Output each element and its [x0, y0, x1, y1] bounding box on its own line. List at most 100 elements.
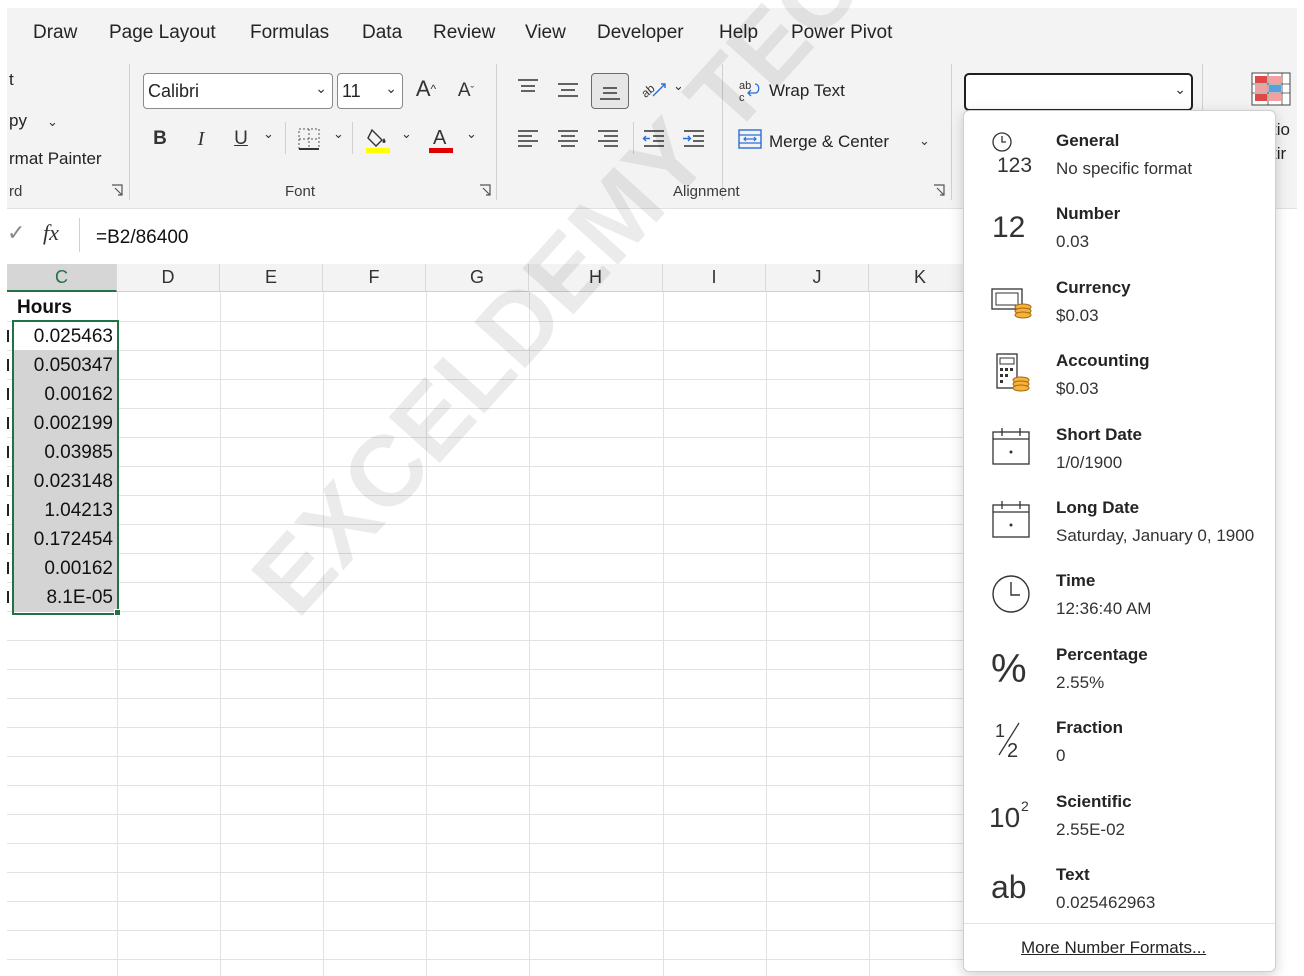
font-size-value: 11	[342, 81, 361, 101]
align-top-icon[interactable]	[515, 76, 541, 102]
increase-indent-icon[interactable]	[681, 126, 707, 152]
tab-draw[interactable]: Draw	[33, 22, 77, 44]
align-left-icon[interactable]	[515, 126, 541, 152]
chevron-down-icon[interactable]: ⌄	[466, 126, 477, 142]
borders-icon[interactable]	[296, 126, 322, 152]
svg-text:ab: ab	[739, 80, 751, 92]
gridline	[220, 292, 221, 976]
tab-page-layout[interactable]: Page Layout	[109, 22, 216, 44]
column-header-k[interactable]: K	[869, 264, 965, 292]
insert-function-icon[interactable]: fx	[43, 220, 59, 246]
wrap-text-button[interactable]: ab c Wrap Text	[737, 76, 937, 106]
column-header-g[interactable]: G	[426, 264, 529, 292]
align-bottom-button[interactable]	[591, 73, 629, 109]
decrease-font-size-icon[interactable]: Aˇ	[451, 76, 481, 106]
format-option-scientific[interactable]: 10 2 Scientific 2.55E-02	[964, 778, 1275, 851]
more-number-formats-button[interactable]: More Number Formats...	[964, 923, 1275, 972]
format-option-name: Fraction	[1056, 718, 1124, 738]
dialog-launcher-icon[interactable]	[111, 184, 123, 196]
format-option-long-date[interactable]: Long Date Saturday, January 0, 1900	[964, 484, 1275, 557]
alignment-group-label: Alignment	[673, 183, 740, 200]
align-middle-icon[interactable]	[555, 78, 581, 104]
scientific-icon: 10 2	[986, 788, 1038, 840]
chevron-down-icon[interactable]: ⌄	[263, 126, 274, 142]
format-option-name: Short Date	[1056, 424, 1142, 444]
format-option-text[interactable]: ab Text 0.025462963	[964, 851, 1275, 924]
format-option-number[interactable]: 12 Number 0.03	[964, 190, 1275, 263]
row-mark	[7, 533, 9, 545]
calendar-icon	[986, 421, 1038, 473]
gridline	[7, 350, 965, 351]
increase-font-size-icon[interactable]: A ^	[411, 74, 441, 104]
tab-formulas[interactable]: Formulas	[250, 22, 329, 44]
font-size-combo[interactable]: 11 ⌄	[337, 73, 403, 109]
formula-input[interactable]: =B2/86400	[79, 218, 966, 252]
chevron-down-icon[interactable]: ⌄	[401, 126, 412, 142]
tab-developer[interactable]: Developer	[597, 22, 684, 44]
tab-help[interactable]: Help	[719, 22, 758, 44]
column-header-e[interactable]: E	[220, 264, 323, 292]
header-cell-hours[interactable]: Hours	[17, 297, 72, 319]
chevron-down-icon[interactable]: ⌄	[333, 126, 344, 142]
format-option-currency[interactable]: Currency $0.03	[964, 264, 1275, 337]
column-header-c[interactable]: C	[7, 264, 117, 292]
svg-text:1: 1	[995, 721, 1005, 741]
format-option-short-date[interactable]: Short Date 1/0/1900	[964, 411, 1275, 484]
format-option-name: Accounting	[1056, 351, 1150, 371]
column-header-d[interactable]: D	[117, 264, 220, 292]
gridline	[7, 640, 965, 641]
format-painter-button[interactable]: rmat Painter	[9, 149, 102, 169]
merge-center-button[interactable]: Merge & Center ⌄	[737, 126, 947, 156]
format-option-accounting[interactable]: Accounting $0.03	[964, 337, 1275, 410]
column-header-f[interactable]: F	[323, 264, 426, 292]
gridline	[7, 437, 965, 438]
format-option-time[interactable]: Time 12:36:40 AM	[964, 557, 1275, 630]
format-option-percentage[interactable]: % Percentage 2.55%	[964, 631, 1275, 704]
worksheet-grid[interactable]: C D E F G H I J K Hours 0.025463 0.050347…	[7, 264, 965, 976]
gridline	[7, 553, 965, 554]
italic-button[interactable]: I	[190, 124, 212, 154]
decrease-indent-icon[interactable]	[641, 126, 667, 152]
underline-button[interactable]: U	[230, 124, 252, 154]
clipboard-group-label: rd	[9, 183, 23, 200]
font-name-combo[interactable]: Calibri ⌄	[143, 73, 333, 109]
enter-check-icon[interactable]: ✓	[7, 220, 25, 246]
chevron-down-icon[interactable]: ⌄	[47, 114, 58, 130]
fill-handle[interactable]	[114, 609, 121, 616]
align-right-icon[interactable]	[595, 126, 621, 152]
format-option-general[interactable]: 123 General No specific format	[964, 117, 1275, 190]
format-option-example: 2.55%	[1056, 672, 1105, 692]
align-center-icon[interactable]	[555, 126, 581, 152]
gridline	[7, 698, 965, 699]
column-header-h[interactable]: H	[529, 264, 663, 292]
gridline	[529, 292, 530, 976]
accounting-icon	[986, 347, 1038, 399]
column-header-j[interactable]: J	[766, 264, 869, 292]
svg-text:10: 10	[989, 802, 1020, 833]
dialog-launcher-icon[interactable]	[933, 184, 945, 196]
number-format-combo[interactable]: ⌄	[964, 73, 1193, 111]
ribbon-separator	[496, 64, 497, 200]
format-option-example: 1/0/1900	[1056, 452, 1123, 472]
align-bottom-icon	[600, 87, 620, 100]
dialog-launcher-icon[interactable]	[479, 184, 491, 196]
tab-review[interactable]: Review	[433, 22, 495, 44]
conditional-formatting-icon[interactable]	[1251, 72, 1291, 106]
fill-color-icon[interactable]	[364, 124, 392, 154]
tab-data[interactable]: Data	[362, 22, 402, 44]
chevron-down-icon: ⌄	[385, 80, 397, 96]
column-header-i[interactable]: I	[663, 264, 766, 292]
row-mark	[7, 359, 9, 371]
format-option-name: General	[1056, 131, 1120, 150]
bold-button[interactable]: B	[149, 124, 171, 154]
font-color-icon[interactable]: A	[427, 124, 455, 154]
tab-view[interactable]: View	[525, 22, 566, 44]
tab-power-pivot[interactable]: Power Pivot	[791, 22, 892, 44]
gridline	[7, 727, 965, 728]
gridline	[7, 466, 965, 467]
orientation-icon[interactable]: ab	[639, 76, 669, 102]
chevron-down-icon[interactable]: ⌄	[673, 78, 684, 94]
copy-button[interactable]: py	[9, 111, 27, 131]
cut-button[interactable]: t	[9, 70, 14, 90]
format-option-fraction[interactable]: 1 2 Fraction 0	[964, 704, 1275, 777]
